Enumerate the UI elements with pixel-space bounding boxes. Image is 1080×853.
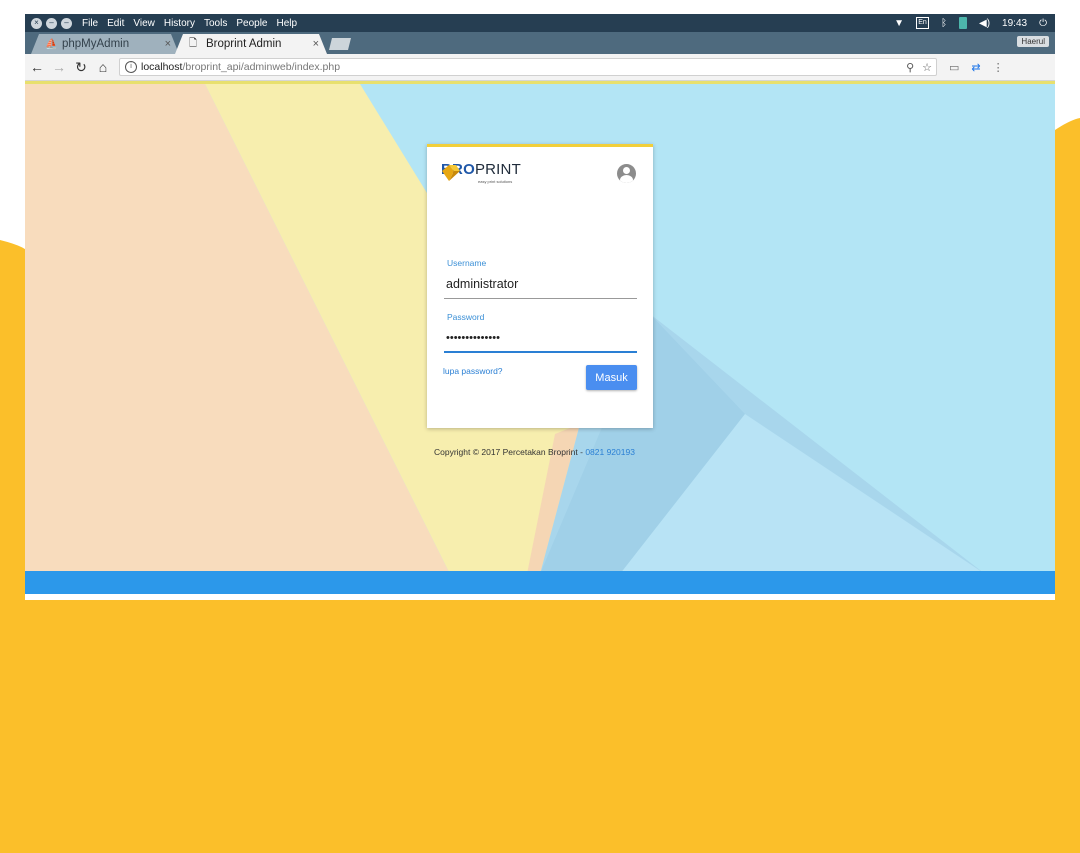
- page-favicon-icon: 🗋: [189, 37, 198, 49]
- user-account-icon: [617, 164, 636, 183]
- forgot-password-link[interactable]: lupa password?: [443, 366, 503, 376]
- system-tray: ▼ En ᛒ ◀) 19:43 ⏻: [882, 17, 1047, 29]
- tab-phpmyadmin[interactable]: ⛵ phpMyAdmin ×: [31, 34, 179, 54]
- menu-view[interactable]: View: [133, 18, 155, 29]
- menu-edit[interactable]: Edit: [107, 18, 124, 29]
- omnibox-actions: ⚲ ☆: [898, 61, 932, 74]
- phpmyadmin-favicon-icon: ⛵: [45, 38, 58, 50]
- tab-strip: ⛵ phpMyAdmin × 🗋 Broprint Admin × Haerul: [25, 32, 1055, 54]
- logo-print: PRINT: [474, 161, 521, 178]
- broprint-logo: BROPRINT easy print solutions: [440, 161, 521, 185]
- logo-tagline: easy print solutions: [478, 179, 513, 184]
- tab-label: Broprint Admin: [206, 38, 282, 50]
- page-footer-bar: [25, 571, 1055, 594]
- new-tab-button[interactable]: [329, 38, 351, 50]
- clock[interactable]: 19:43: [1002, 18, 1027, 29]
- menu-file[interactable]: File: [82, 18, 98, 29]
- browser-window: × – – File Edit View History Tools Peopl…: [25, 14, 1055, 594]
- url-path: /broprint_api/adminweb/index.php: [182, 61, 341, 73]
- tab-label: phpMyAdmin: [62, 38, 130, 50]
- login-card: BROPRINT easy print solutions Username P…: [427, 144, 653, 428]
- keyboard-layout-indicator[interactable]: En: [916, 17, 930, 29]
- menu-history[interactable]: History: [164, 18, 195, 29]
- menu-tools[interactable]: Tools: [204, 18, 227, 29]
- volume-icon[interactable]: ◀): [979, 18, 990, 29]
- home-icon[interactable]: ⌂: [93, 59, 113, 75]
- password-underline: [444, 351, 637, 353]
- close-icon[interactable]: ×: [165, 38, 171, 50]
- page-content: BROPRINT easy print solutions Username P…: [25, 81, 1055, 571]
- tab-broprint-admin[interactable]: 🗋 Broprint Admin ×: [175, 34, 327, 54]
- copyright-text: Copyright © 2017 Percetakan Broprint - 0…: [434, 447, 635, 457]
- url-host: localhost: [141, 61, 183, 73]
- login-button[interactable]: Masuk: [586, 365, 637, 390]
- close-icon[interactable]: ×: [313, 38, 319, 50]
- window-minimize-button[interactable]: –: [46, 17, 57, 29]
- username-input[interactable]: [444, 274, 638, 294]
- menu-dots-icon[interactable]: ⋮: [993, 61, 1004, 74]
- forward-arrow-icon[interactable]: →: [49, 59, 69, 75]
- wifi-icon[interactable]: ▼: [894, 18, 904, 29]
- password-label: Password: [447, 312, 485, 322]
- back-arrow-icon[interactable]: ←: [27, 59, 47, 75]
- reload-icon[interactable]: ↻: [71, 59, 91, 76]
- bluetooth-icon[interactable]: ᛒ: [941, 18, 947, 29]
- username-underline: [444, 298, 637, 299]
- power-icon[interactable]: ⏻: [1039, 18, 1047, 29]
- os-menubar: × – – File Edit View History Tools Peopl…: [25, 14, 1055, 32]
- profile-button[interactable]: Haerul: [1017, 36, 1049, 47]
- cast-icon[interactable]: ▭: [949, 61, 959, 74]
- address-bar[interactable]: i localhost/broprint_api/adminweb/index.…: [119, 58, 937, 76]
- browser-toolbar: ← → ↻ ⌂ i localhost/broprint_api/adminwe…: [25, 54, 1055, 81]
- star-icon[interactable]: ☆: [922, 61, 932, 74]
- menu-people[interactable]: People: [236, 18, 267, 29]
- info-icon[interactable]: i: [125, 61, 137, 73]
- app-menu: File Edit View History Tools People Help: [82, 18, 306, 29]
- broprint-logo-icon: [442, 165, 460, 181]
- battery-icon[interactable]: [959, 17, 968, 29]
- window-maximize-button[interactable]: –: [61, 17, 72, 29]
- key-icon[interactable]: ⚲: [906, 61, 914, 74]
- username-label: Username: [447, 258, 487, 268]
- menu-help[interactable]: Help: [276, 18, 297, 29]
- copyright-label: Copyright © 2017 Percetakan Broprint -: [434, 447, 586, 457]
- window-close-button[interactable]: ×: [31, 17, 42, 29]
- contact-phone-link[interactable]: 0821 920193: [585, 447, 635, 457]
- password-input[interactable]: ••••••••••••••: [444, 328, 638, 348]
- translate-icon[interactable]: ⇄: [971, 61, 980, 74]
